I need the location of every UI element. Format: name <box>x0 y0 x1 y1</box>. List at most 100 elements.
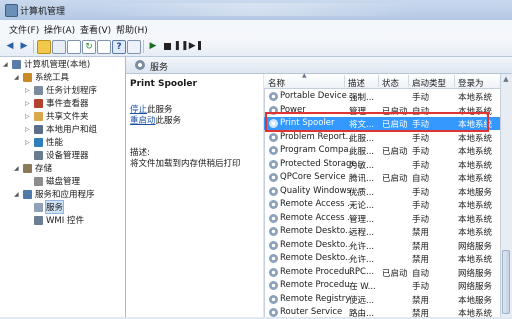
show-hide-tree-icon[interactable] <box>52 40 66 54</box>
service-row[interactable]: Router Service 路由... 禁用 本地系统 <box>264 306 500 319</box>
menu-view[interactable]: 查看(V) <box>80 23 111 36</box>
service-row[interactable]: Problem Report... 此服... 手动 本地系统 <box>264 131 500 144</box>
menu-file[interactable]: 文件(F) <box>9 23 39 36</box>
service-row[interactable]: Protected Storage 为敏... 手动 本地系统 <box>264 158 500 171</box>
service-startup-cell: 手动 <box>412 201 430 211</box>
service-gear-icon <box>269 267 278 277</box>
tree-item[interactable]: 磁盘管理 <box>25 175 80 187</box>
tree-item-label: 计算机管理(本地) <box>24 60 91 70</box>
selected-service-name: Print Spooler <box>130 79 197 89</box>
service-gear-icon <box>269 254 278 263</box>
service-row[interactable]: Remote Access ... 无论... 手动 本地系统 <box>264 198 500 211</box>
tree-node-icon <box>23 189 32 199</box>
expand-toggle-icon[interactable]: ▷ <box>25 139 32 146</box>
tree-item[interactable]: ▷ 性能 <box>25 136 63 148</box>
service-logon-cell: 网络服务 <box>458 241 493 252</box>
restart-service-icon[interactable]: ▶❚ <box>189 40 203 52</box>
properties-icon[interactable] <box>67 40 81 54</box>
restart-service-link[interactable]: 重启动 <box>130 116 156 126</box>
service-startup-cell: 手动 <box>412 93 430 103</box>
service-row[interactable]: Remote Procedu... 在 W... 手动 网络服务 <box>264 279 500 292</box>
service-gear-icon <box>269 132 278 142</box>
column-name[interactable]: 名称 <box>268 77 285 89</box>
export-list-icon[interactable] <box>97 40 111 54</box>
tree-item[interactable]: 设备管理器 <box>25 149 89 161</box>
service-row[interactable]: Quality Windows... 优质... 手动 本地服务 <box>264 185 500 198</box>
service-gear-icon <box>269 146 278 155</box>
service-row[interactable]: Remote Deskto... 允许... 禁用 网络服务 <box>264 239 500 252</box>
restart-suffix: 此服务 <box>155 116 182 126</box>
console-icon[interactable] <box>127 40 141 54</box>
service-row[interactable]: Portable Device ... 强制... 手动 本地系统 <box>264 90 500 103</box>
service-logon-cell: 本地系统 <box>458 147 493 157</box>
start-service-icon[interactable]: ▶ <box>147 40 159 52</box>
toolbar: ◀ ▶ ↻ ? ▶ ❚❚ ▶❚ <box>0 37 512 57</box>
expand-toggle-icon[interactable]: ▷ <box>25 87 32 94</box>
tree-item-label: 任务计划程序 <box>46 86 98 96</box>
tree-item[interactable]: ▷ 共享文件夹 <box>25 110 89 122</box>
column-startup-type[interactable]: 启动类型 <box>412 77 446 89</box>
service-logon-cell: 本地服务 <box>458 187 493 198</box>
up-folder-icon[interactable] <box>37 40 51 54</box>
menu-help[interactable]: 帮助(H) <box>116 23 148 36</box>
computer-management-icon <box>5 4 18 17</box>
service-row[interactable]: Remote Access ... 管理... 手动 本地系统 <box>264 212 500 225</box>
expand-toggle-icon[interactable]: ◢ <box>14 165 21 172</box>
service-logon-cell: 本地服务 <box>458 295 493 306</box>
service-row[interactable]: Remote Registry 使远... 禁用 本地服务 <box>264 293 500 306</box>
service-logon-cell: 网络服务 <box>458 282 493 292</box>
services-header-bar <box>126 57 512 74</box>
service-desc-cell: 此服... <box>349 133 375 144</box>
expand-toggle-icon[interactable]: ◢ <box>3 61 10 68</box>
service-gear-icon <box>269 227 278 236</box>
expand-toggle-icon[interactable]: ▷ <box>25 100 32 107</box>
service-row[interactable]: Program Compa... 此服... 已启动 手动 本地系统 <box>264 144 500 157</box>
column-logon-as[interactable]: 登录为 <box>458 77 484 89</box>
services-title: 服务 <box>150 63 169 73</box>
expand-toggle-icon[interactable]: ◢ <box>14 74 21 81</box>
pause-service-icon[interactable]: ❚❚ <box>173 40 188 52</box>
back-arrow-icon[interactable]: ◀ <box>4 40 16 52</box>
tree-item[interactable]: ◢ 系统工具 <box>14 71 69 83</box>
blurred-taskbar-area <box>90 3 420 16</box>
service-row[interactable]: Remote Procedu... RPC... 已启动 自动 网络服务 <box>264 266 500 279</box>
tree-item[interactable]: WMI 控件 <box>25 214 84 226</box>
expand-toggle-icon[interactable]: ◢ <box>14 191 21 198</box>
tree-item[interactable]: ▷ 任务计划程序 <box>25 84 97 96</box>
scroll-up-arrow-icon[interactable]: ▲ <box>501 75 511 85</box>
forward-arrow-icon[interactable]: ▶ <box>18 40 30 52</box>
tree-item[interactable]: ▷ 本地用户和组 <box>25 123 97 135</box>
service-logon-cell: 本地系统 <box>458 214 493 225</box>
column-divider <box>408 75 409 87</box>
help-icon[interactable]: ? <box>112 40 126 54</box>
service-row[interactable]: Remote Deskto... 远程... 禁用 本地系统 <box>264 225 500 238</box>
tree-item[interactable]: ◢ 存储 <box>14 162 52 174</box>
sort-arrow-icon: ▲ <box>302 72 307 79</box>
navigation-tree <box>0 57 126 317</box>
service-row[interactable]: QPCore Service 腾讯... 已启动 自动 本地系统 <box>264 171 500 184</box>
refresh-icon[interactable]: ↻ <box>82 40 96 54</box>
menu-bar: 文件(F) 操作(A) 查看(V) 帮助(H) <box>0 20 512 38</box>
service-name-cell: Protected Storage <box>280 158 357 169</box>
tree-node-icon <box>34 98 43 108</box>
tree-item[interactable]: ◢ 计算机管理(本地) <box>3 58 90 70</box>
tree-item-label: 存储 <box>35 164 53 174</box>
tree-item[interactable]: ▷ 事件查看器 <box>25 97 89 109</box>
service-startup-cell: 自动 <box>412 174 430 184</box>
expand-toggle-icon[interactable]: ▷ <box>25 113 32 120</box>
column-description[interactable]: 描述 <box>348 77 365 89</box>
stop-service-icon[interactable] <box>161 40 173 52</box>
service-logon-cell: 本地系统 <box>458 228 493 238</box>
tree-item-label: 服务 <box>44 200 65 214</box>
service-name-cell: Remote Deskto... <box>280 253 354 263</box>
tree-node-icon <box>34 85 43 95</box>
tree-item[interactable]: 服务 <box>25 200 65 214</box>
column-status[interactable]: 状态 <box>382 77 399 89</box>
expand-toggle-icon[interactable]: ▷ <box>25 126 32 133</box>
service-logon-cell: 本地系统 <box>458 160 493 171</box>
tree-item[interactable]: ◢ 服务和应用程序 <box>14 188 95 200</box>
service-row[interactable]: Remote Deskto... 允许... 禁用 本地系统 <box>264 252 500 265</box>
scroll-thumb[interactable] <box>502 250 510 314</box>
service-name-cell: Portable Device ... <box>280 91 358 101</box>
menu-action[interactable]: 操作(A) <box>44 23 75 36</box>
